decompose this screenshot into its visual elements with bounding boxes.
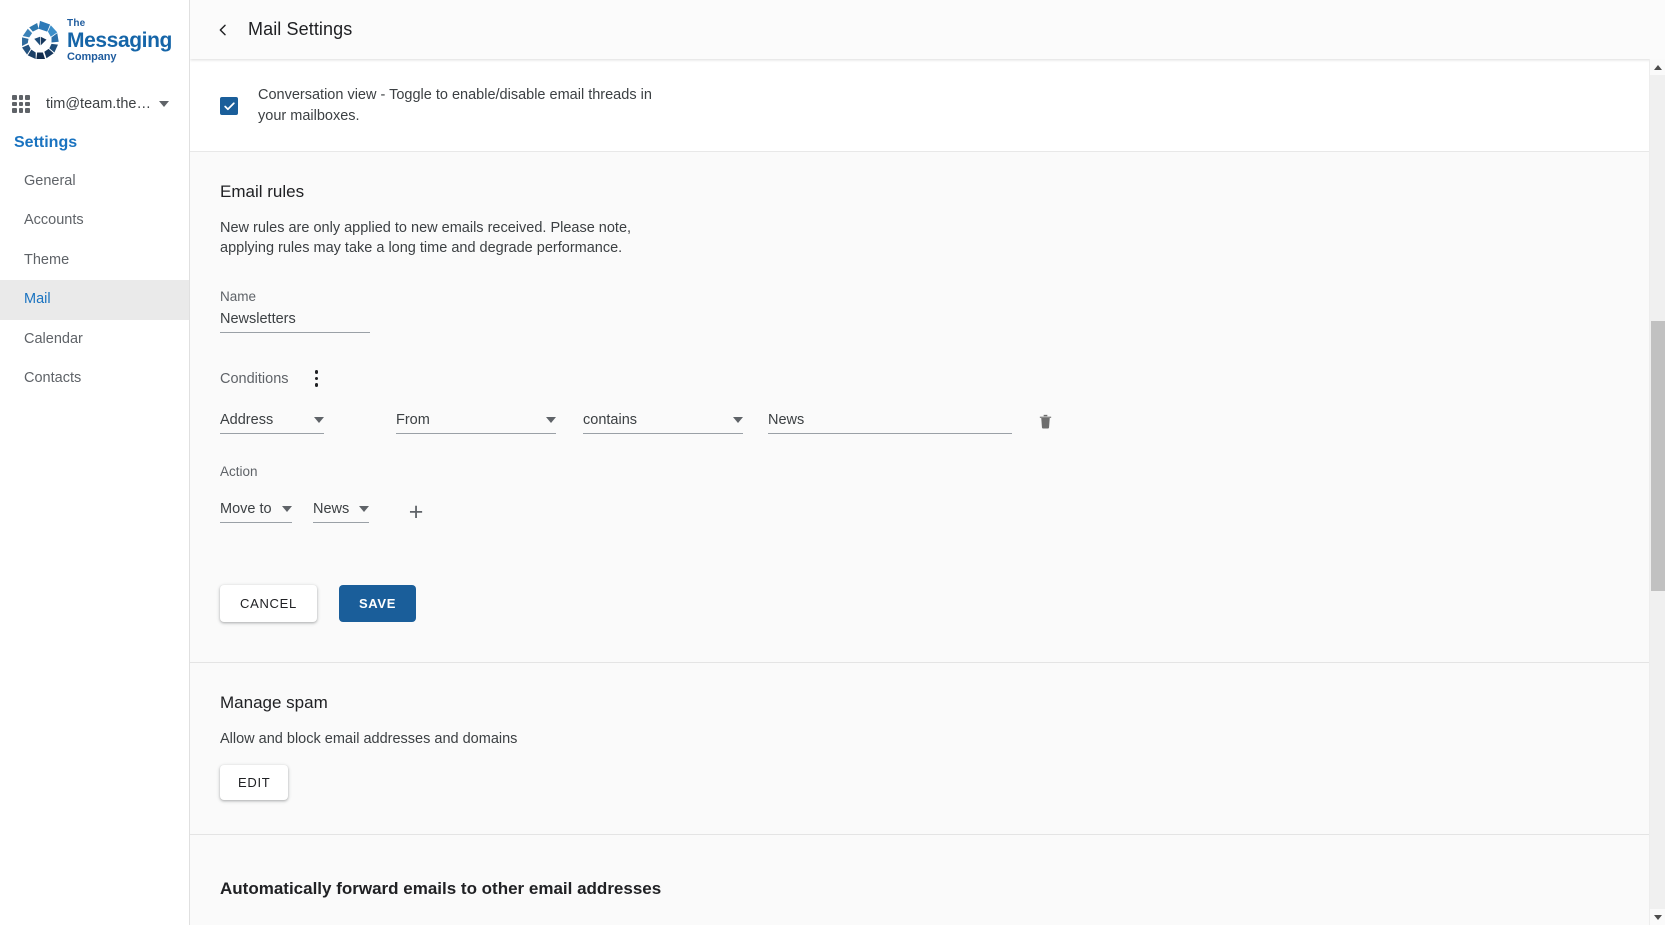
- settings-scroll-area: Conversation view - Toggle to enable/dis…: [190, 59, 1665, 925]
- vertical-scrollbar[interactable]: [1649, 59, 1665, 925]
- save-button[interactable]: SAVE: [338, 584, 417, 622]
- email-rules-section: Email rules New rules are only applied t…: [190, 152, 1665, 663]
- condition-operator-select[interactable]: contains: [583, 412, 743, 434]
- sidebar-nav: General Accounts Theme Mail Calendar Con…: [0, 162, 189, 398]
- main-panel: Mail Settings Conversation view - Toggle…: [190, 0, 1665, 925]
- sidebar-item-mail[interactable]: Mail: [0, 280, 189, 320]
- conversation-view-checkbox[interactable]: [220, 97, 238, 115]
- account-switcher[interactable]: tim@team.the…: [0, 84, 189, 124]
- condition-operator-value: contains: [583, 411, 638, 428]
- page-header: Mail Settings: [190, 0, 1665, 59]
- plus-icon[interactable]: +: [404, 500, 428, 525]
- kebab-menu-icon[interactable]: [307, 369, 327, 389]
- account-email: tim@team.the…: [46, 96, 151, 112]
- condition-field-select[interactable]: Address: [220, 412, 324, 434]
- manage-spam-section: Manage spam Allow and block email addres…: [190, 662, 1665, 835]
- conditions-header: Conditions: [220, 369, 1635, 389]
- cancel-button[interactable]: CANCEL: [220, 584, 317, 622]
- rule-name-input[interactable]: [220, 310, 370, 333]
- scrollbar-track[interactable]: [1650, 75, 1665, 909]
- sidebar-item-contacts[interactable]: Contacts: [0, 359, 189, 398]
- sidebar-item-accounts[interactable]: Accounts: [0, 201, 189, 240]
- chevron-down-icon: [359, 505, 369, 512]
- edit-spam-button[interactable]: EDIT: [220, 764, 289, 800]
- brand-wordmark: The Messaging Company: [67, 19, 172, 63]
- action-type-value: Move to: [220, 500, 272, 517]
- condition-source-value: From: [396, 411, 430, 428]
- conversation-view-label: Conversation view - Toggle to enable/dis…: [258, 87, 652, 125]
- action-row: Move to News +: [220, 500, 1635, 525]
- chevron-down-icon: [546, 416, 556, 423]
- sidebar-item-general[interactable]: General: [0, 162, 189, 201]
- condition-field-value: Address: [220, 411, 274, 428]
- conversation-view-section: Conversation view - Toggle to enable/dis…: [190, 59, 1665, 153]
- brand-messaging: Messaging: [67, 29, 172, 52]
- rule-name-label: Name: [220, 288, 257, 304]
- page-title: Mail Settings: [248, 19, 353, 39]
- trash-icon[interactable]: [1034, 411, 1056, 433]
- checkmark-icon: [223, 101, 235, 110]
- scroll-down-arrow-icon[interactable]: [1650, 909, 1665, 925]
- email-rules-title: Email rules: [220, 182, 305, 202]
- brand-logo[interactable]: The Messaging Company: [0, 0, 189, 76]
- brand-company: Company: [67, 51, 117, 63]
- action-target-select[interactable]: News: [313, 501, 369, 523]
- action-label: Action: [220, 463, 258, 479]
- conditions-label: Conditions: [220, 370, 289, 387]
- brand-the: The: [67, 18, 86, 29]
- sidebar-title: Settings: [14, 134, 78, 151]
- chevron-down-icon: [314, 416, 324, 423]
- forwarding-title: Automatically forward emails to other em…: [220, 878, 662, 898]
- forwarding-section: Automatically forward emails to other em…: [190, 834, 1665, 925]
- sidebar: The Messaging Company tim@team.the… Sett…: [0, 0, 190, 925]
- back-chevron-icon[interactable]: [212, 19, 234, 41]
- scroll-thumb[interactable]: [1651, 321, 1665, 591]
- condition-row: Address From contains: [220, 411, 1635, 434]
- condition-source-select[interactable]: From: [396, 412, 556, 434]
- scroll-up-arrow-icon[interactable]: [1650, 59, 1665, 75]
- messaging-company-logo-icon: [22, 20, 59, 59]
- condition-value-input[interactable]: [768, 411, 1012, 434]
- app-root: The Messaging Company tim@team.the… Sett…: [0, 0, 1665, 925]
- grid-apps-icon[interactable]: [10, 93, 32, 115]
- rule-actions: CANCEL SAVE: [220, 584, 1635, 622]
- sidebar-item-theme[interactable]: Theme: [0, 241, 189, 280]
- chevron-down-icon: [733, 416, 743, 423]
- manage-spam-title: Manage spam: [220, 692, 328, 712]
- action-type-select[interactable]: Move to: [220, 501, 292, 523]
- sidebar-item-calendar[interactable]: Calendar: [0, 320, 189, 359]
- manage-spam-description: Allow and block email addresses and doma…: [220, 730, 518, 747]
- action-target-value: News: [313, 500, 350, 517]
- chevron-down-icon[interactable]: [158, 101, 169, 107]
- email-rules-description: New rules are only applied to new emails…: [220, 220, 632, 257]
- chevron-down-icon: [282, 505, 292, 512]
